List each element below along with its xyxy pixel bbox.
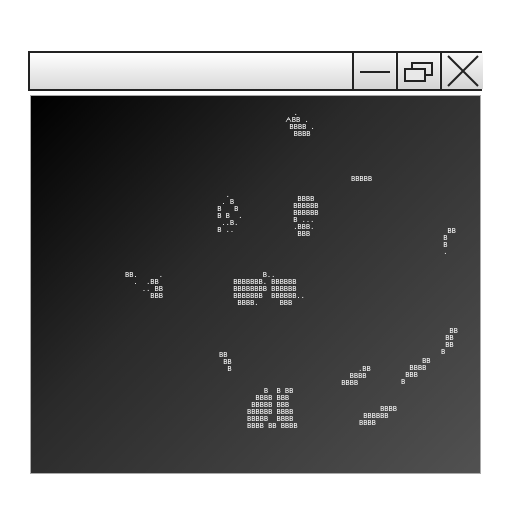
window-titlebar xyxy=(28,51,483,91)
ascii-art-block: B B BB BBBB BBB BBBBB BBB BBBBBB BBBB BB… xyxy=(247,387,298,430)
ascii-art-block: BB BBBB BBB B xyxy=(401,357,431,386)
ascii-art-block: BB B B . xyxy=(443,227,456,256)
restore-button[interactable] xyxy=(396,53,439,89)
ascii-art-block: B.. BBBBBBB. BBBBBB BBBBBBBB BBBBBB BBBB… xyxy=(233,271,305,307)
ascii-art-block: BB. . . .BB .. BB BBB xyxy=(125,271,163,300)
restore-icon xyxy=(404,62,433,82)
ascii-art-block: . ᗅBB . BBBB . BBBB xyxy=(285,109,315,138)
minimize-button[interactable] xyxy=(352,53,395,89)
ascii-art-block: BBBB BBBBBB BBBB xyxy=(359,405,397,427)
ascii-art-block: .BB BBBB BBBB xyxy=(341,365,371,387)
ascii-art-block: BB BB B xyxy=(219,351,232,373)
close-button[interactable] xyxy=(440,53,483,89)
ascii-art-block: BBBB BBBBBB BBBBBB B ... .BBB. BBB xyxy=(293,195,319,238)
ascii-art-block: BBBBB xyxy=(351,175,373,183)
ascii-art-block: BB BB BB B xyxy=(441,327,458,356)
ascii-art-canvas[interactable]: . ᗅBB . BBBB . BBBB BBBBB . . B B B B B … xyxy=(30,95,481,474)
close-icon xyxy=(447,55,479,87)
minimize-icon xyxy=(360,71,390,73)
ascii-art-block: . . B B B B B . ..B. B .. xyxy=(217,191,243,234)
